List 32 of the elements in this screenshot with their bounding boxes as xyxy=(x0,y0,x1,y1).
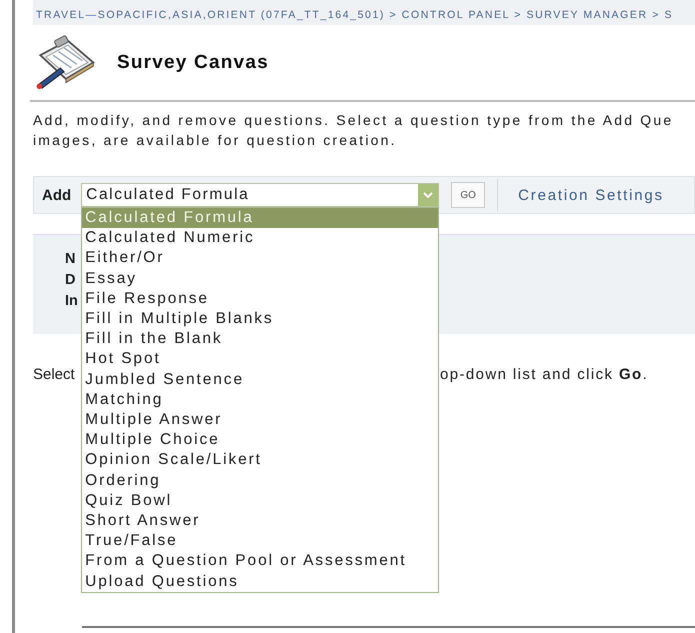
dropdown-option[interactable]: Matching xyxy=(82,390,438,410)
dropdown-option[interactable]: Short Answer xyxy=(82,511,438,532)
field-label: D xyxy=(65,271,76,290)
question-type-dropdown[interactable]: Calculated Formula xyxy=(81,183,440,207)
dropdown-option[interactable]: From a Question Pool or Assessment xyxy=(82,551,438,572)
field-label: N xyxy=(65,250,76,269)
description-text: images, are available for question creation. xyxy=(33,131,398,150)
dropdown-option[interactable]: Fill in Multiple Blanks xyxy=(82,309,438,330)
field-label: In xyxy=(65,292,78,311)
instruction-text: Select xyxy=(33,366,76,383)
dropdown-option[interactable]: Fill in the Blank xyxy=(82,329,438,350)
dropdown-option[interactable]: Multiple Answer xyxy=(82,410,438,430)
creation-settings-link[interactable]: Creation Settings xyxy=(518,186,664,204)
page-title: Survey Canvas xyxy=(117,52,269,74)
caret-icon[interactable] xyxy=(418,184,438,206)
description-text: Add, modify, and remove questions. Select a question type from the Add Que xyxy=(33,111,674,130)
dropdown-option[interactable]: Essay xyxy=(82,268,438,289)
go-button[interactable]: GO xyxy=(451,182,486,208)
add-label: Add xyxy=(42,186,72,204)
dropdown-option[interactable]: Opinion Scale/Likert xyxy=(82,450,438,471)
breadcrumb[interactable]: TRAVEL—SOPACIFIC,ASIA,ORIENT (07FA_TT_164_501) > CONTROL PANEL > SURVEY MANAGER > S xyxy=(33,0,695,25)
dropdown-option[interactable]: True/False xyxy=(82,531,438,552)
dropdown-option[interactable]: Either/Or xyxy=(82,248,438,269)
dropdown-option[interactable]: Multiple Choice xyxy=(82,430,438,450)
dropdown-option[interactable]: Upload Questions xyxy=(82,572,438,592)
dropdown-option[interactable]: Hot Spot xyxy=(82,349,438,370)
dropdown-option[interactable]: File Response xyxy=(82,288,438,310)
dropdown-option[interactable]: Calculated Numeric xyxy=(82,228,438,248)
instruction-text: op-down list and click Go. xyxy=(440,366,648,383)
dropdown-option[interactable]: Jumbled Sentence xyxy=(82,370,438,390)
dropdown-option[interactable]: Ordering xyxy=(82,470,438,491)
dropdown-option[interactable]: Quiz Bowl xyxy=(82,490,438,512)
